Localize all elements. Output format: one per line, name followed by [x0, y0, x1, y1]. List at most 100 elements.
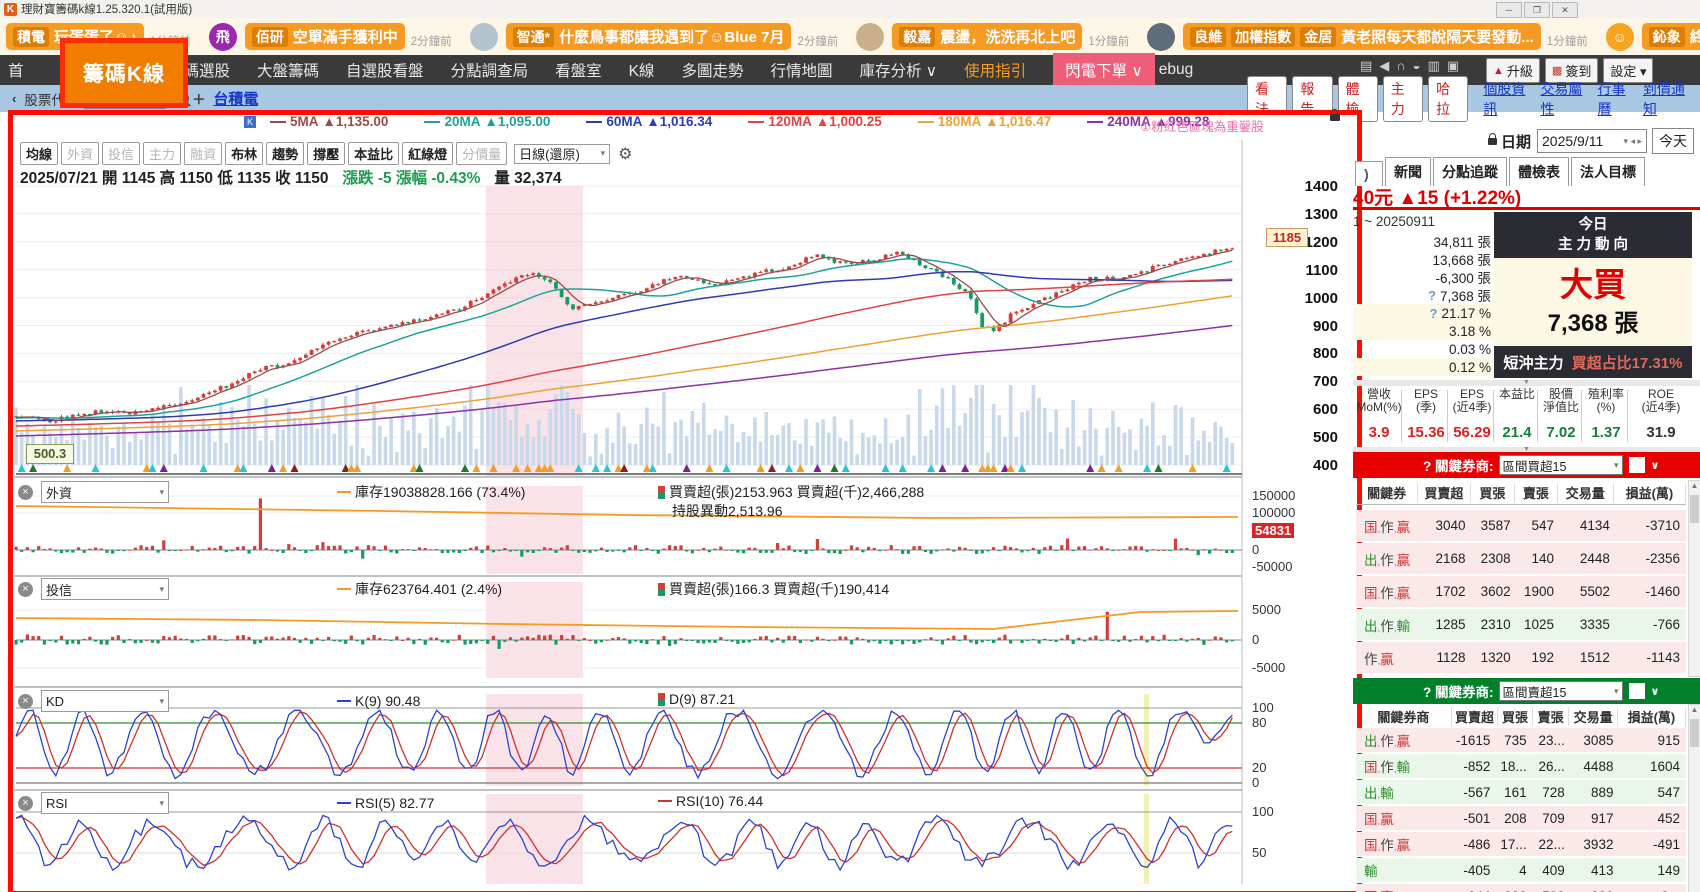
scroll-thumb[interactable] — [1690, 719, 1699, 747]
broker-sell-row[interactable]: 出,作,贏-161573523...3085915 — [1356, 728, 1686, 753]
date-nav-icons[interactable]: ▾ ◂ ▸ — [1623, 136, 1642, 147]
panel-select-trust[interactable]: 投信▾ — [41, 578, 169, 600]
chart-btn-投信[interactable]: 投信 — [102, 142, 140, 165]
chat-badge[interactable]: 毅嘉震盪，洗洗再北上吧 — [892, 23, 1082, 50]
stock-link-交易屬性[interactable]: 交易屬性 — [1540, 79, 1587, 119]
period-select[interactable]: 日線(還原)▾ — [514, 144, 610, 164]
help-icon[interactable]: ? — [1428, 288, 1436, 303]
user-avatar[interactable]: ☺ — [1606, 23, 1634, 51]
panel-select-rsi[interactable]: RSI▾ — [41, 792, 169, 814]
stock-btn-哈拉[interactable]: 哈拉 — [1428, 76, 1468, 122]
panel-select-kd[interactable]: KD▾ — [41, 690, 169, 712]
tab-新聞[interactable]: 新聞 — [1385, 157, 1431, 186]
broker-buy-row[interactable]: 出,作,輸1285231010253335-766 — [1356, 609, 1686, 641]
menu-item-11[interactable]: 閃電下單 ∨ — [1053, 53, 1155, 87]
close-button[interactable]: ✕ — [1552, 2, 1578, 18]
broker-buy-row[interactable]: 国,作,贏1702360219005502-1460 — [1356, 576, 1686, 608]
stock-link-到價通知[interactable]: 到價通知 — [1643, 79, 1690, 119]
today-button[interactable]: 今天 — [1652, 128, 1694, 154]
chart-btn-布林[interactable]: 布林 — [225, 142, 263, 165]
chat-badge[interactable]: 鈊象終於輪到大象了吧 — [1642, 23, 1700, 50]
menu-item-6[interactable]: K線 — [629, 59, 655, 81]
grid-icon[interactable] — [1629, 457, 1645, 473]
cell-買張: 3587 — [1471, 518, 1516, 533]
user-avatar[interactable] — [1147, 23, 1175, 51]
chat-badge[interactable]: 智通*什麼鳥事都讓我遇到了☺Blue 7月 — [506, 23, 792, 50]
broker-sell-row[interactable]: 輸-4054409413149 — [1356, 858, 1686, 883]
gear-icon[interactable]: ⚙ — [618, 144, 632, 164]
cell-買賣超: -1615 — [1449, 733, 1496, 748]
broker-sell-select[interactable]: 區間賣超15▾ — [1499, 681, 1623, 701]
chat-badge[interactable]: 良維加權指數金居黃老照每天都說隔天要發動... — [1183, 23, 1541, 50]
user-avatar[interactable]: 飛 — [209, 23, 237, 51]
scroll-up-icon[interactable]: ▲ — [1689, 705, 1700, 714]
broker-buy-row[interactable]: 出,作,贏216823081402448-2356 — [1356, 543, 1686, 575]
menu-item-9[interactable]: 庫存分析 ∨ — [859, 59, 937, 81]
tab-法人目標[interactable]: 法人目標 — [1571, 157, 1645, 186]
tab-體檢表[interactable]: 體檢表 — [1509, 157, 1569, 186]
chart-btn-本益比[interactable]: 本益比 — [348, 142, 399, 165]
minimize-button[interactable]: ─ — [1496, 2, 1522, 18]
chart-btn-融資[interactable]: 融資 — [184, 142, 222, 165]
menu-item-0[interactable]: 首 — [8, 59, 24, 81]
tab-分點追蹤[interactable]: 分點追蹤 — [1433, 157, 1507, 186]
broker-sell-row[interactable]: 出,輸-567161728889547 — [1356, 780, 1686, 805]
cell-賣張: 26... — [1533, 759, 1571, 774]
menu-item-10[interactable]: 使用指引 — [964, 59, 1026, 81]
grid-icon[interactable] — [1629, 683, 1645, 699]
add-stock-icon[interactable]: ＋ — [192, 89, 205, 108]
menubar-icon[interactable]: ▥ — [1428, 58, 1440, 74]
menu-item-1[interactable]: 碼選股 — [184, 59, 231, 81]
close-icon[interactable]: × — [18, 796, 33, 811]
chart-btn-主力[interactable]: 主力 — [143, 142, 181, 165]
chart-btn-紅綠燈[interactable]: 紅綠燈 — [402, 142, 453, 165]
stock-name-link[interactable]: 台積電 — [213, 88, 258, 109]
collapse-strip[interactable]: ▼ — [1353, 380, 1700, 386]
annotation-highlight-chip-kline[interactable]: 籌碼K線 — [60, 38, 188, 108]
broker-sell-row[interactable]: 国,作,輸-85218...26...44881604 — [1356, 754, 1686, 779]
panel-select-foreign[interactable]: 外資▾ — [41, 481, 169, 503]
menu-item-12[interactable]: ebug — [1159, 61, 1193, 79]
user-avatar[interactable] — [470, 23, 498, 51]
broker-sell-row[interactable]: 国,作,贏-48617...22...3932-491 — [1356, 832, 1686, 857]
stock-link-行事曆[interactable]: 行事曆 — [1598, 79, 1633, 119]
broker-buy-row[interactable]: 国,作,贏304035875474134-3710 — [1356, 510, 1686, 542]
menu-item-5[interactable]: 看盤室 — [555, 59, 602, 81]
chevron-collapse-icon[interactable]: ∨ — [1651, 459, 1660, 472]
broker-sell-row[interactable]: 国,贏-3442385828208... — [1356, 884, 1686, 892]
close-icon[interactable]: × — [18, 485, 33, 500]
menubar-icon[interactable]: ▤ — [1360, 58, 1372, 74]
menubar-icon[interactable]: ∩ — [1396, 58, 1405, 74]
stock-link-個股資訊[interactable]: 個股資訊 — [1483, 79, 1530, 119]
chart-btn-外資[interactable]: 外資 — [61, 142, 99, 165]
menubar-icon[interactable]: ▣ — [1447, 58, 1459, 74]
date-input[interactable]: 2025/9/11▾ ◂ ▸ — [1537, 129, 1647, 153]
broker-buy-select[interactable]: 區間買超15▾ — [1499, 455, 1623, 475]
menubar-icon[interactable]: ◀ — [1379, 58, 1389, 74]
menubar-icon[interactable]: ◒ — [1413, 58, 1421, 74]
help-icon[interactable]: ? — [1430, 306, 1438, 321]
chart-btn-撐壓[interactable]: 撐壓 — [307, 142, 345, 165]
maximize-button[interactable]: ❐ — [1524, 2, 1550, 18]
user-avatar[interactable] — [856, 23, 884, 51]
menu-item-2[interactable]: 大盤籌碼 — [257, 59, 319, 81]
close-icon[interactable]: × — [18, 582, 33, 597]
broker-buy-scrollbar[interactable]: ▲ — [1688, 480, 1700, 677]
menu-item-7[interactable]: 多圖走勢 — [681, 59, 743, 81]
chart-btn-分價量[interactable]: 分價量 — [456, 142, 507, 165]
chart-btn-均線[interactable]: 均線 — [20, 142, 58, 165]
menu-item-4[interactable]: 分點調查局 — [451, 59, 529, 81]
chart-btn-趨勢[interactable]: 趨勢 — [266, 142, 304, 165]
broker-sell-scrollbar[interactable]: ▲ — [1688, 704, 1700, 892]
broker-sell-row[interactable]: 国,贏-501208709917452 — [1356, 806, 1686, 831]
broker-buy-row[interactable]: 作,贏112813201921512-1143 — [1356, 642, 1686, 674]
close-icon[interactable]: × — [18, 694, 33, 709]
menu-item-3[interactable]: 自選股看盤 — [346, 59, 424, 81]
chevron-collapse-icon[interactable]: ∨ — [1651, 685, 1660, 698]
menu-item-8[interactable]: 行情地圖 — [770, 59, 832, 81]
back-icon[interactable]: ‹ — [12, 91, 16, 106]
scroll-up-icon[interactable]: ▲ — [1689, 481, 1700, 490]
stock-btn-主力[interactable]: 主力 — [1383, 76, 1423, 122]
chat-badge[interactable]: 佰研空單滿手獲利中 — [245, 23, 405, 50]
scroll-thumb[interactable] — [1690, 495, 1699, 523]
